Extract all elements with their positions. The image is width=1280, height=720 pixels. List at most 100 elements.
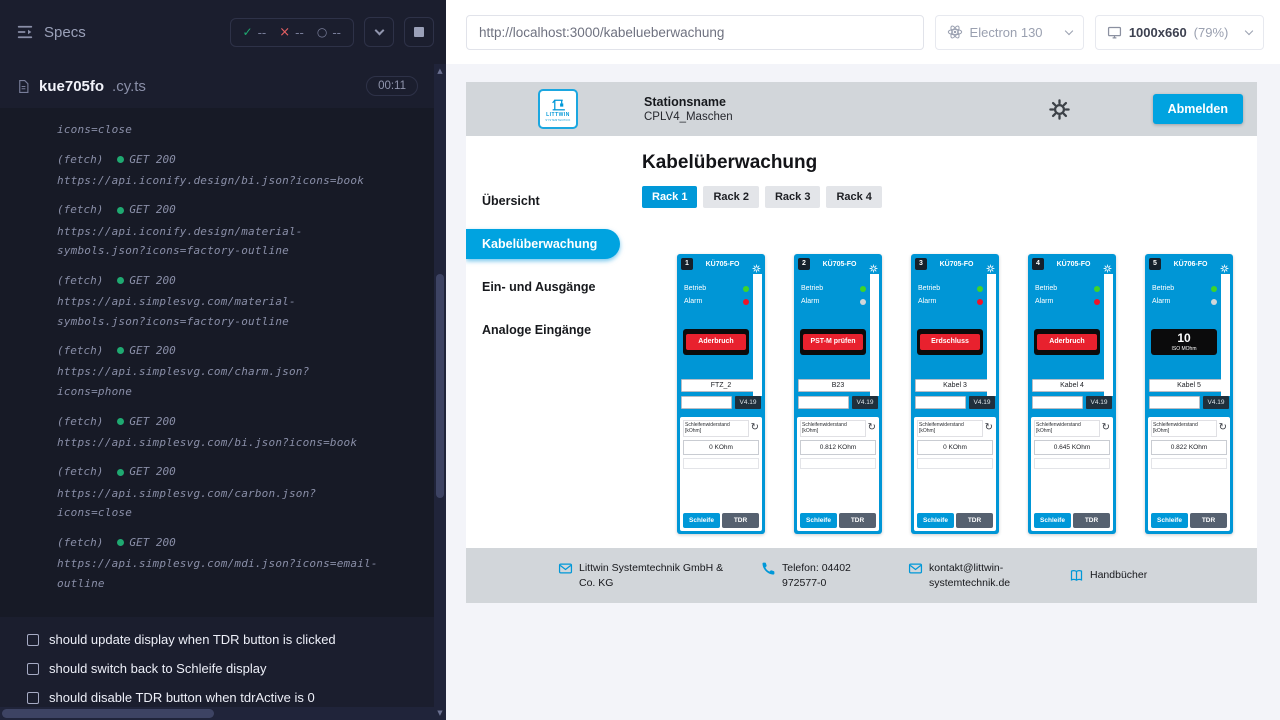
betrieb-led <box>1094 286 1100 292</box>
status-box: 10 ISO MOhm <box>1151 329 1217 355</box>
tdr-button[interactable]: TDR <box>722 513 759 528</box>
loop-resistance-label: Schleifenwiderstand [kOhm] <box>1034 420 1100 437</box>
scroll-up-icon[interactable]: ▲ <box>434 67 446 75</box>
sidebar-item-kabelueberwachung[interactable]: Kabelüberwachung <box>466 229 620 259</box>
betrieb-led <box>860 286 866 292</box>
horizontal-scrollbar[interactable] <box>0 707 434 720</box>
log-url-line: https://api.iconify.design/material- <box>57 222 420 242</box>
empty-field <box>915 396 966 409</box>
url-bar[interactable] <box>466 15 924 50</box>
log-entry[interactable]: icons=close <box>57 120 420 140</box>
settings-gear-icon[interactable] <box>1048 98 1071 121</box>
test-title: should switch back to Schleife display <box>49 661 267 676</box>
tab-rack-4[interactable]: Rack 4 <box>826 186 881 208</box>
manuals-link: Handbücher <box>1090 568 1147 582</box>
refresh-icon[interactable]: ↻ <box>985 423 993 433</box>
refresh-icon[interactable]: ↻ <box>751 423 759 433</box>
version-badge: V4.19 <box>852 396 878 409</box>
scrollbar-thumb[interactable] <box>436 274 444 498</box>
schleife-button[interactable]: Schleife <box>800 513 837 528</box>
scroll-down-icon[interactable]: ▼ <box>434 709 446 717</box>
card-number: 3 <box>915 258 927 270</box>
spec-header[interactable]: kue705fo.cy.ts 00:11 <box>0 64 434 108</box>
spec-extension: .cy.ts <box>112 78 146 95</box>
log-entry[interactable]: (fetch)GET 200 https://api.simplesvg.com… <box>57 412 420 453</box>
sidebar-item-analoge-eingaenge[interactable]: Analoge Eingänge <box>466 315 620 345</box>
refresh-icon[interactable]: ↻ <box>1219 423 1227 433</box>
tdr-button[interactable]: TDR <box>1190 513 1227 528</box>
test-title: should update display when TDR button is… <box>49 632 336 647</box>
scrollbar-thumb[interactable] <box>2 709 214 718</box>
schleife-button[interactable]: Schleife <box>1034 513 1071 528</box>
test-list: should update display when TDR button is… <box>0 617 434 720</box>
card-number: 1 <box>681 258 693 270</box>
refresh-icon[interactable]: ↻ <box>1102 423 1110 433</box>
tdr-button[interactable]: TDR <box>839 513 876 528</box>
log-url-line: https://api.simplesvg.com/mdi.json?icons… <box>57 554 420 574</box>
specs-menu-icon[interactable] <box>16 23 34 41</box>
timer-badge: 00:11 <box>366 76 418 96</box>
vertical-scrollbar[interactable]: ▲ ▼ <box>434 64 446 720</box>
log-status: GET 200 <box>129 200 175 219</box>
stop-button[interactable] <box>404 17 434 47</box>
log-status: GET 200 <box>129 341 175 360</box>
logout-button[interactable]: Abmelden <box>1153 94 1243 124</box>
loop-resistance-label: Schleifenwiderstand [kOhm] <box>800 420 866 437</box>
tdr-button[interactable]: TDR <box>956 513 993 528</box>
log-entry[interactable]: (fetch)GET 200 https://api.iconify.desig… <box>57 200 420 260</box>
footer-phone[interactable]: Telefon: 04402 972577-0 <box>761 561 886 589</box>
loop-value: 0 KOhm <box>917 440 993 455</box>
tab-rack-3[interactable]: Rack 3 <box>765 186 820 208</box>
card-settings-icon[interactable] <box>869 260 878 269</box>
tab-rack-1[interactable]: Rack 1 <box>642 186 697 208</box>
card-model: KÜ706-FO <box>1164 261 1217 268</box>
test-state-icon <box>27 663 39 675</box>
schleife-button[interactable]: Schleife <box>683 513 720 528</box>
card-scroll-strip <box>753 274 762 396</box>
card-settings-icon[interactable] <box>752 260 761 269</box>
loop-value: 0.812 KOhm <box>800 440 876 455</box>
spec-file-icon <box>16 79 31 94</box>
tab-rack-2[interactable]: Rack 2 <box>703 186 758 208</box>
card-settings-icon[interactable] <box>1220 260 1229 269</box>
schleife-button[interactable]: Schleife <box>917 513 954 528</box>
viewport-select[interactable]: 1000x660 (79%) <box>1095 15 1264 50</box>
card-scroll-strip <box>1221 274 1230 396</box>
log-entry[interactable]: (fetch)GET 200 https://api.simplesvg.com… <box>57 271 420 331</box>
tdr-button[interactable]: TDR <box>1073 513 1110 528</box>
betrieb-led <box>977 286 983 292</box>
log-entry[interactable]: (fetch)GET 200 https://api.simplesvg.com… <box>57 533 420 593</box>
card-model: KÜ705-FO <box>813 261 866 268</box>
footer-email[interactable]: kontakt@littwin-systemtechnik.de <box>908 561 1047 589</box>
status-box: Aderbruch <box>1034 329 1100 355</box>
alarm-led <box>1211 299 1217 305</box>
alarm-label: Alarm <box>1152 298 1170 305</box>
version-badge: V4.19 <box>969 396 995 409</box>
footer-manuals[interactable]: Handbücher <box>1069 568 1147 583</box>
company-name: Littwin Systemtechnik GmbH & Co. KG <box>579 561 739 589</box>
status-box: Erdschluss <box>917 329 983 355</box>
log-entry[interactable]: (fetch)GET 200 https://api.simplesvg.com… <box>57 462 420 522</box>
device-card-4: 4 KÜ705-FO Betrieb Alarm Aderbruch Kabel… <box>1028 254 1116 534</box>
specs-label[interactable]: Specs <box>44 24 86 41</box>
log-prefix: (fetch) <box>57 462 103 481</box>
log-entry[interactable]: (fetch)GET 200 https://api.iconify.desig… <box>57 150 420 191</box>
schleife-button[interactable]: Schleife <box>1151 513 1188 528</box>
betrieb-led <box>1211 286 1217 292</box>
card-settings-icon[interactable] <box>1103 260 1112 269</box>
test-state-icon <box>27 634 39 646</box>
browser-select[interactable]: Electron 130 <box>935 15 1084 50</box>
book-icon <box>1069 568 1084 583</box>
viewport-icon <box>1107 25 1122 40</box>
test-item[interactable]: should update display when TDR button is… <box>0 625 434 654</box>
sidebar-item-ein-und-ausgaenge[interactable]: Ein- und Ausgänge <box>466 272 620 302</box>
log-entry[interactable]: (fetch)GET 200 https://api.simplesvg.com… <box>57 341 420 401</box>
refresh-icon[interactable]: ↻ <box>868 423 876 433</box>
empty-field <box>1149 396 1200 409</box>
sidebar-item-uebersicht[interactable]: Übersicht <box>466 186 620 216</box>
collapse-button[interactable] <box>364 17 394 47</box>
device-card-2: 2 KÜ705-FO Betrieb Alarm PST-M prüfen B2… <box>794 254 882 534</box>
card-settings-icon[interactable] <box>986 260 995 269</box>
test-item[interactable]: should switch back to Schleife display <box>0 654 434 683</box>
empty-field <box>681 396 732 409</box>
